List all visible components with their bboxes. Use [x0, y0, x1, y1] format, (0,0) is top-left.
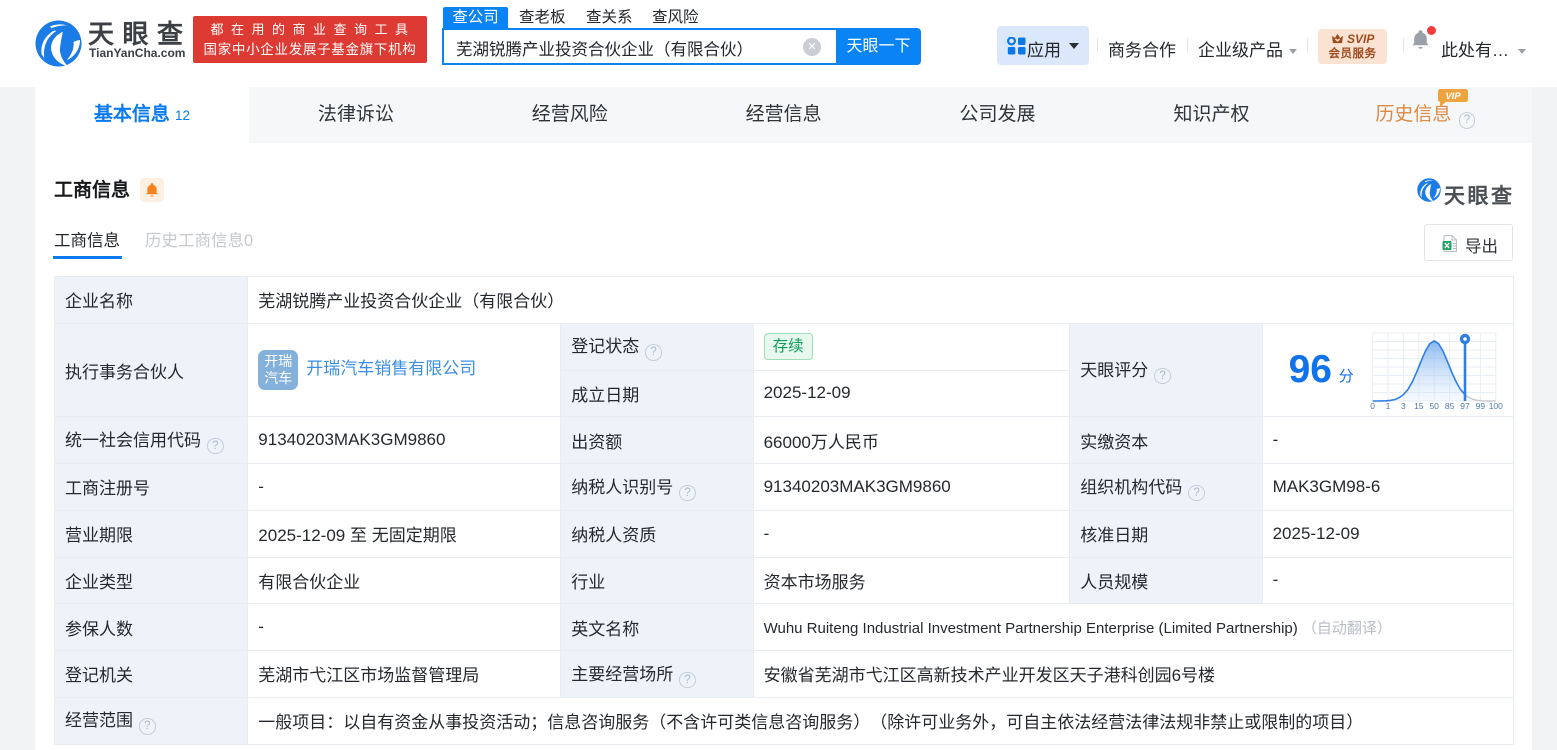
svg-text:15: 15	[1414, 401, 1424, 410]
svg-text:97: 97	[1460, 401, 1470, 410]
svg-text:3: 3	[1401, 401, 1406, 410]
svg-text:VIP: VIP	[1446, 91, 1462, 102]
svg-text:99: 99	[1475, 401, 1485, 410]
svg-text:0: 0	[1370, 401, 1375, 410]
svg-text:1: 1	[1385, 401, 1390, 410]
svg-text:100: 100	[1488, 401, 1502, 410]
svg-text:85: 85	[1444, 401, 1454, 410]
svg-text:50: 50	[1429, 401, 1439, 410]
